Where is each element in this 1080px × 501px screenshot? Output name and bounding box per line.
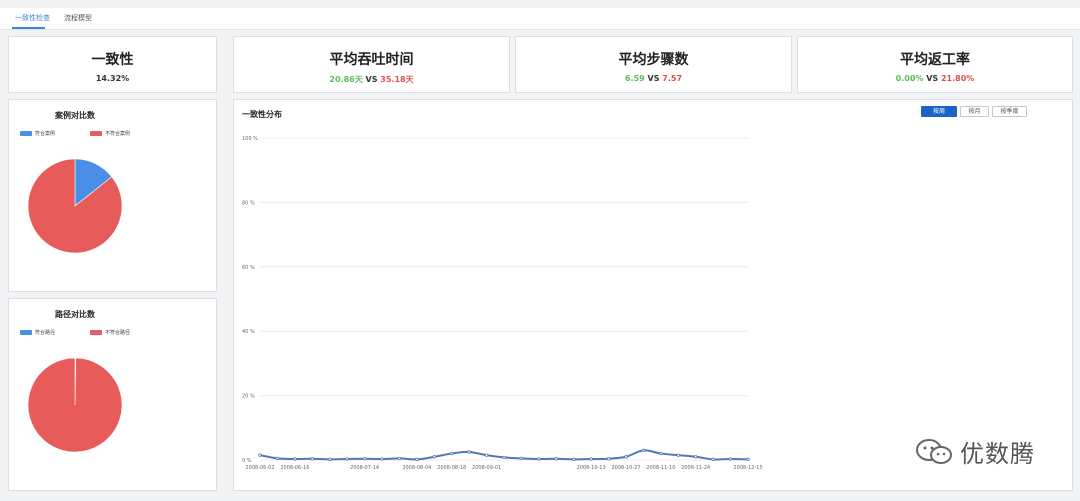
kpi-value-nonconforming: 21.80% [940,74,975,83]
data-point[interactable] [519,456,524,461]
watermark: 优数腾 [914,434,1035,469]
data-point[interactable] [345,457,349,461]
kpi-title: 平均吞吐时间 [329,52,414,68]
data-point[interactable] [380,457,384,461]
x-tick-label: 2008-10-13 [577,465,606,471]
path-pie-chart [27,357,123,453]
kpi-card-steps: 平均步骤数 6.59 VS 7.57 [515,36,792,93]
data-point[interactable] [275,456,280,461]
data-point[interactable] [554,457,558,461]
kpi-card-consistency: 一致性 14.32% [8,36,217,93]
data-point[interactable] [676,453,680,457]
data-point[interactable] [328,457,332,462]
y-tick-label: 100 % [242,136,258,142]
kpi-title: 平均返工率 [900,52,970,68]
data-point[interactable] [484,453,489,457]
data-point[interactable] [746,457,750,462]
kpi-value: 14.32% [95,74,130,83]
data-point[interactable] [711,457,715,462]
kpi-value: 0.00% VS 21.80% [798,74,1072,83]
data-point[interactable] [258,453,262,457]
pie-slice-nonconforming[interactable] [27,357,123,453]
toggle-week-button[interactable]: 按周 [921,106,957,117]
data-point[interactable] [659,451,663,456]
kpi-vs: VS [647,74,660,83]
active-tab-indicator [12,27,45,29]
kpi-value-conforming: 6.59 [624,74,645,83]
x-tick-label: 2008-06-02 [245,465,274,471]
data-point[interactable] [641,448,646,453]
y-tick-label: 80 % [242,200,255,206]
data-point[interactable] [606,457,611,461]
wechat-icon [916,438,952,464]
data-point[interactable] [572,457,576,462]
kpi-card-rework: 平均返工率 0.00% VS 21.80% [797,36,1073,93]
distribution-card: 一致性分布 0 % 20 % 40 % 60 % 80 % 100 % 2008-06-02… [233,99,1073,491]
tab-process-model[interactable]: 流程模型 [64,13,92,23]
data-point[interactable] [624,455,628,459]
period-toggle: 按周 按月 按季度 [918,106,1027,117]
watermark-text: 优数腾 [960,440,1035,468]
x-tick-label: 2008-12-15 [733,465,762,471]
kpi-title: 平均步骤数 [618,52,689,68]
data-point[interactable] [694,455,698,459]
kpi-value: 6.59 VS 7.57 [516,74,791,83]
path-pie-card: 路径对比数 符合路径 不符合路径 [8,298,217,491]
kpi-value-nonconforming: 35.18天 [380,75,414,84]
kpi-value-nonconforming: 7.57 [662,74,683,83]
tab-consistency-check[interactable]: 一致性检查 [15,13,50,23]
x-tick-label: 2008-11-24 [681,465,710,471]
data-point[interactable] [415,457,419,462]
y-tick-label: 0 % [242,458,252,464]
kpi-vs: VS [365,75,378,84]
case-pie-chart [27,158,123,254]
data-point[interactable] [467,450,471,454]
kpi-value-conforming: 20.86天 [329,75,363,84]
kpi-title: 一致性 [91,52,134,68]
case-pie-card: 案例对比数 符合案例 不符合案例 [8,99,217,292]
x-tick-label: 2008-08-18 [437,465,466,471]
x-tick-label: 2008-10-27 [611,465,640,471]
data-point[interactable] [537,457,541,461]
kpi-value-conforming: 0.00% [895,74,924,83]
y-tick-label: 40 % [242,329,255,335]
x-tick-label: 2008-07-14 [350,465,379,471]
data-point[interactable] [450,451,454,456]
kpi-card-throughput: 平均吞吐时间 20.86天 VS 35.18天 [233,36,510,93]
x-tick-label: 2008-06-16 [280,465,309,471]
kpi-vs: VS [926,74,939,83]
data-point[interactable] [728,457,733,461]
data-point[interactable] [589,457,593,461]
data-point[interactable] [293,457,297,461]
data-point[interactable] [362,457,367,461]
y-tick-label: 60 % [242,265,255,271]
toggle-quarter-button[interactable]: 按季度 [992,106,1027,117]
data-point[interactable] [310,457,314,461]
x-tick-label: 2008-09-01 [472,465,501,471]
toggle-month-button[interactable]: 按月 [960,106,989,117]
x-tick-label: 2008-11-10 [646,465,675,471]
y-tick-label: 20 % [242,394,255,400]
data-point[interactable] [397,456,402,461]
data-point[interactable] [432,455,436,459]
tab-bar: 一致性检查 流程模型 [0,8,1080,30]
x-tick-label: 2008-08-04 [402,465,431,471]
kpi-value: 20.86天 VS 35.18天 [234,74,509,85]
data-point[interactable] [502,455,506,460]
